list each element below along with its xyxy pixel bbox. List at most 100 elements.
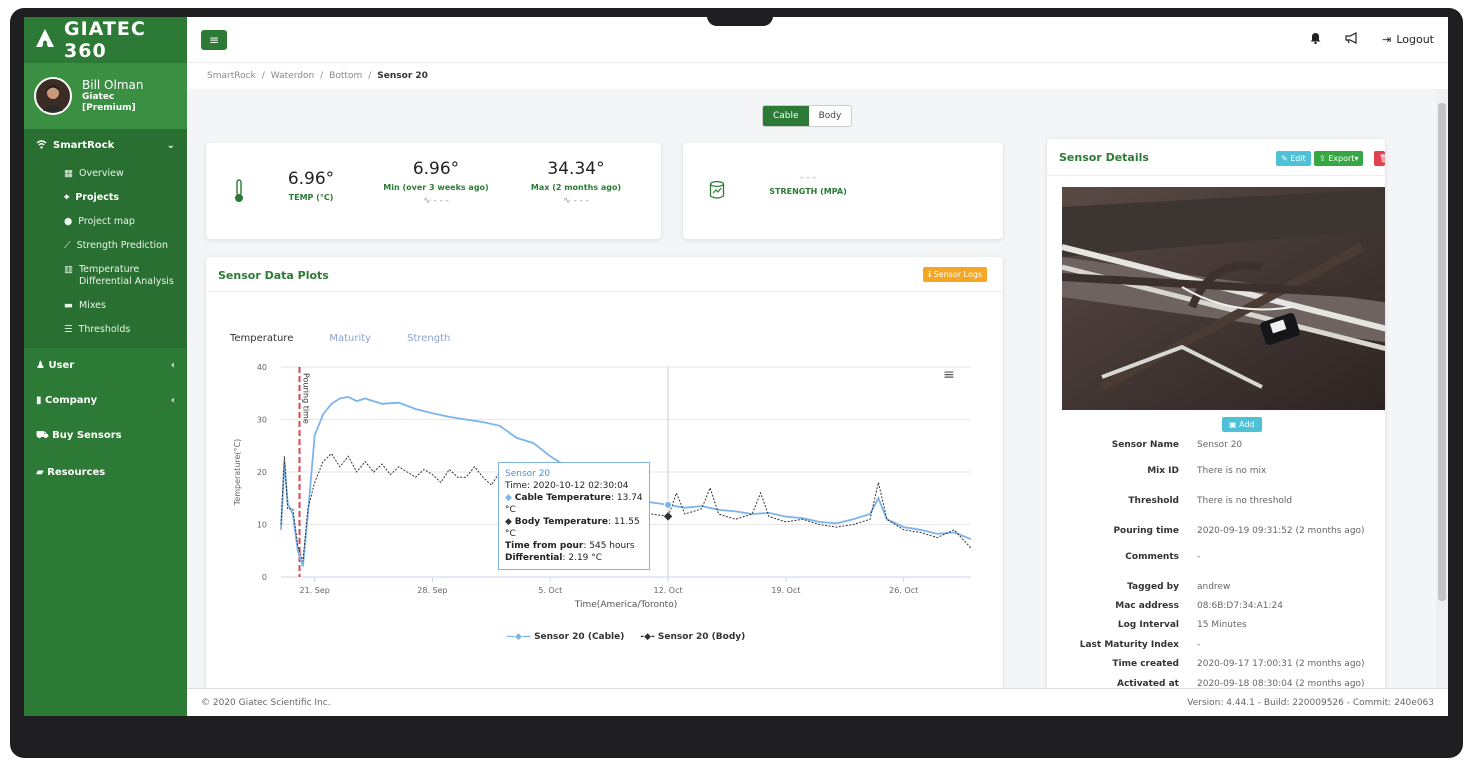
chart-legend: —◆— Sensor 20 (Cable) -◆- Sensor 20 (Bod… [506,632,745,642]
book-icon: ▰ [36,467,44,478]
add-photo-button[interactable]: ▣ Add [1222,417,1262,432]
sidebar-item-mixes[interactable]: ▬ Mixes [24,294,187,318]
y-tick-label: 0 [262,573,267,582]
legend-item-body[interactable]: -◆- Sensor 20 (Body) [640,632,745,642]
tab-strength[interactable]: Strength [407,333,450,344]
edit-button[interactable]: ✎ Edit [1276,151,1311,166]
user-plan: [Premium] [82,103,136,113]
menu-toggle-button[interactable]: ≡ [201,29,227,50]
logout-button[interactable]: ⇥ Logout [1382,33,1434,46]
building-icon: ▮ [36,395,42,406]
sensor-data-plots-card: Sensor Data Plots ℹ Sensor Logs Temperat… [206,257,1003,697]
trash-icon: 🗑 [1379,154,1385,163]
page-scrollbar[interactable] [1436,89,1448,688]
breadcrumb-item[interactable]: Bottom [329,71,362,81]
y-tick-label: 40 [257,363,267,372]
y-axis-title: Temperature(°C) [233,439,242,507]
detail-row-last-maturity: Last Maturity Index - [1047,640,1385,650]
user-panel[interactable]: Bill Olman Giatec [Premium] [24,63,187,129]
sidebar-link-company[interactable]: ▮ Company ‹ [24,383,187,418]
user-icon: ♟ [36,360,45,371]
x-tick-label: 21. Sep [299,586,329,595]
sidebar-link-resources[interactable]: ▰ Resources [24,455,187,490]
sensor-photo [1062,187,1385,410]
sidebar-item-strength-prediction[interactable]: ⟋ Strength Prediction [24,234,187,258]
detail-key: Last Maturity Index [1079,640,1179,650]
add-photo-label: Add [1239,420,1255,429]
detail-value: 15 Minutes [1197,620,1247,630]
detail-row-tagged-by: Tagged by andrew [1047,582,1385,592]
strength-stat: - - - STRENGTH (MPA) [753,169,863,196]
detail-row-time-created: Time created 2020-09-17 17:00:31 (2 month… [1047,659,1385,669]
detail-value: Sensor 20 [1197,440,1243,450]
detail-row-comments: Comments - [1047,552,1385,562]
delete-button[interactable]: 🗑 [1374,151,1385,166]
sidebar-item-projects[interactable]: ⌖ Projects [24,186,187,210]
smartrock-group-header[interactable]: SmartRock ⌄ [24,129,187,162]
tab-temperature[interactable]: Temperature [230,333,293,344]
legend-item-cable[interactable]: —◆— Sensor 20 (Cable) [506,632,624,642]
chart-menu-icon[interactable]: ≡ [943,367,955,383]
chevron-left-icon: ‹ [170,360,175,371]
detail-row-log-interval: Log Interval 15 Minutes [1047,620,1385,630]
max-temp-value: 34.34° [547,159,605,179]
export-button[interactable]: ⇪ Export▾ [1314,151,1364,166]
sidebar-item-label: Project map [78,216,135,227]
sidebar-link-user[interactable]: ♟ User ‹ [24,348,187,383]
detail-key: Mix ID [1147,466,1179,476]
sidebar-link-label: Company [45,395,98,406]
detail-value: There is no threshold [1197,496,1293,506]
sign-out-icon: ⇥ [1382,33,1392,46]
chevron-left-icon: ‹ [170,395,175,406]
sensor-logs-button[interactable]: ℹ Sensor Logs [923,267,988,282]
scrollbar-thumb[interactable] [1438,103,1446,601]
detail-key: Mac address [1115,601,1179,611]
version-text: Version: 4.44.1 - Build: 220009526 - Com… [1187,697,1434,708]
hover-point-body [663,512,673,521]
max-temp-stat: 34.34° Max (2 months ago) ∿ - - - [516,159,636,206]
tooltip-time-value: 2020-10-12 02:30:04 [532,481,629,491]
bell-icon[interactable] [1310,32,1321,47]
min-temp-value: 6.96° [412,159,460,179]
cable-toggle-button[interactable]: Cable [763,106,809,126]
current-temp-label: TEMP (°C) [288,193,334,202]
body-toggle-button[interactable]: Body [808,106,852,126]
sidebar-item-temperature-differential[interactable]: ▥ Temperature Differential Analysis [24,258,187,294]
tab-maturity[interactable]: Maturity [329,333,371,344]
strength-value: - - - [800,173,816,183]
megaphone-icon[interactable] [1345,32,1358,47]
tooltip-time-label: Time [505,481,528,491]
sidebar-link-buy-sensors[interactable]: ⛟ Buy Sensors [24,418,187,455]
edit-label: Edit [1290,154,1306,163]
breadcrumb-item[interactable]: Waterdon [271,71,314,81]
detail-key: Sensor Name [1111,440,1179,450]
detail-key: Pouring time [1113,526,1179,536]
export-icon: ⇪ [1319,154,1326,163]
tooltip-cable-label: Cable Temperature [514,493,611,503]
sidebar: GIATEC 360 Bill Olman Giatec [Premium] S… [24,17,187,716]
sensor-logs-label: Sensor Logs [933,270,983,279]
sidebar-item-thresholds[interactable]: ☰ Thresholds [24,318,187,342]
giatec-logo-icon [34,27,56,53]
logout-label: Logout [1396,33,1434,46]
brand[interactable]: GIATEC 360 [24,17,187,63]
detail-value: 08:6B:D7:34:A1:24 [1197,601,1283,611]
sidebar-link-label: Resources [47,467,106,478]
sidebar-item-project-map[interactable]: ● Project map [24,210,187,234]
min-temp-label: Min (over 3 weeks ago) [383,183,489,192]
chevron-down-icon: ⌄ [166,140,175,151]
breadcrumb-item[interactable]: SmartRock [207,71,256,81]
detail-row-threshold: Threshold There is no threshold [1047,496,1385,506]
sidebar-item-overview[interactable]: ▦ Overview [24,162,187,186]
detail-key: Log Interval [1117,620,1179,630]
x-tick-label: 28. Sep [417,586,447,595]
x-axis-title: Time(America/Toronto) [574,600,677,610]
detail-key: Tagged by [1127,582,1179,592]
x-tick-label: 5. Oct [538,586,562,595]
line-chart-icon: ⟋ [64,240,71,251]
sidebar-item-label: Overview [78,168,124,179]
detail-value: andrew [1197,582,1231,592]
main-content: Cable Body 6.96° TEMP (°C) 6.96° Min (ov… [187,89,1434,709]
hover-point-cable [664,500,673,509]
tooltip-body-label: Body Temperature [514,517,609,527]
